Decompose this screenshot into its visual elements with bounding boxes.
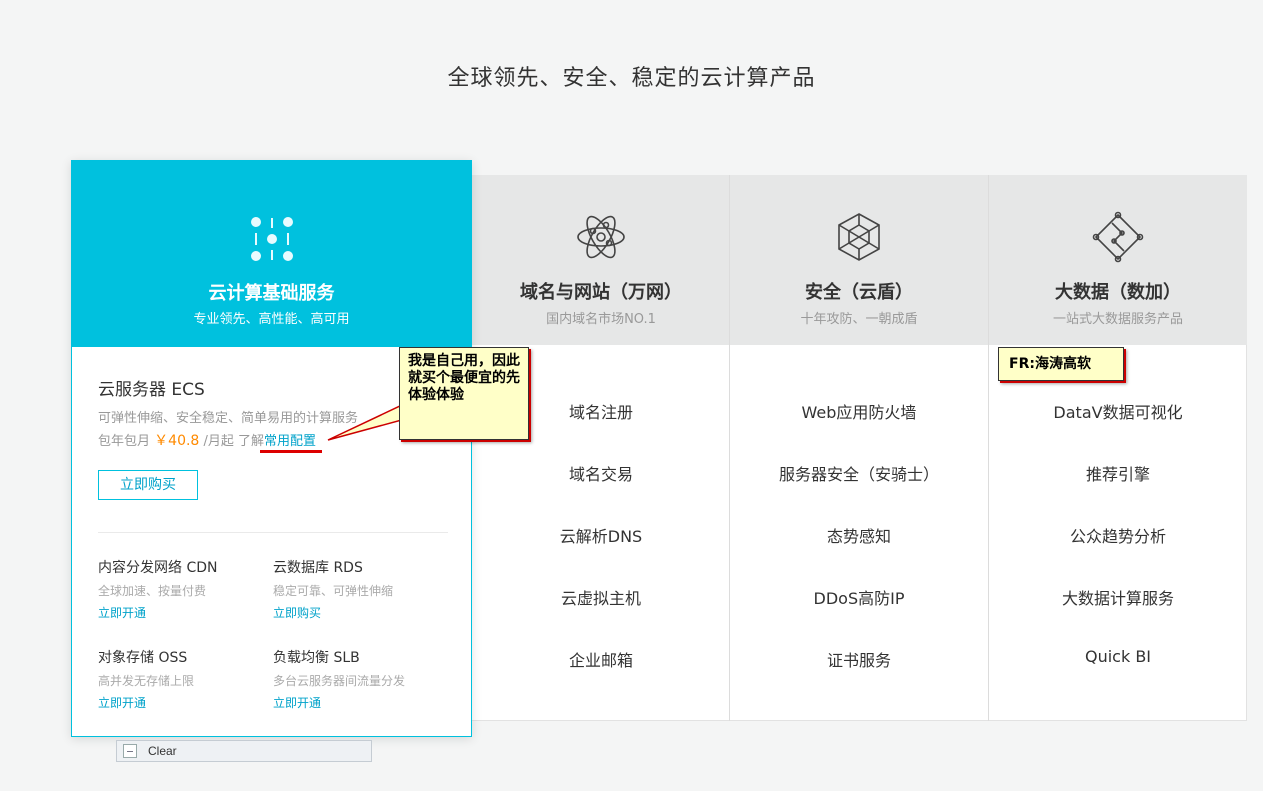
ecs-title[interactable]: 云服务器 ECS xyxy=(98,375,205,400)
category-subtitle: 十年攻防、一朝成盾 xyxy=(800,312,918,327)
category-header-domains[interactable]: 域名与网站（万网） 国内域名市场NO.1 xyxy=(472,175,730,345)
price-value: ￥40.8 xyxy=(154,433,200,449)
clear-icon xyxy=(123,744,137,758)
price-prefix: 包年包月 xyxy=(98,434,151,449)
featured-subtitle: 专业领先、高性能、高可用 xyxy=(193,312,350,327)
list-item[interactable]: 云解析DNS xyxy=(472,523,730,547)
list-item[interactable]: 云虚拟主机 xyxy=(472,585,730,609)
featured-card-header: 云计算基础服务 专业领先、高性能、高可用 xyxy=(72,161,471,347)
annotation-underline xyxy=(260,450,322,453)
category-subtitle: 一站式大数据服务产品 xyxy=(1052,312,1183,327)
category-header-bigdata[interactable]: 大数据（数加） 一站式大数据服务产品 xyxy=(989,175,1247,345)
learn-prefix: 了解 xyxy=(238,434,265,449)
list-item[interactable]: Web应用防火墙 xyxy=(730,399,988,423)
callout-pointer xyxy=(327,405,410,441)
featured-title: 云计算基础服务 xyxy=(208,283,335,304)
hexagon-network-icon xyxy=(838,213,880,261)
ecs-price-line: 包年包月 ￥40.8 /月起 了解常用配置 xyxy=(98,430,316,450)
ecs-description: 可弹性伸缩、安全稳定、简单易用的计算服务 xyxy=(98,411,359,426)
product-desc: 稳定可靠、可弹性伸缩 xyxy=(273,584,394,598)
page-title: 全球领先、安全、稳定的云计算产品 xyxy=(447,66,816,91)
list-item[interactable]: DDoS高防IP xyxy=(730,585,988,609)
activate-link[interactable]: 立即开通 xyxy=(98,604,146,621)
product-slb: 负载均衡 SLB 多台云服务器间流量分发 立即开通 xyxy=(273,647,443,711)
product-cdn: 内容分发网络 CDN 全球加速、按量付费 立即开通 xyxy=(98,557,268,621)
divider xyxy=(98,532,448,533)
common-config-link[interactable]: 常用配置 xyxy=(264,434,316,449)
annotation-note-author: FR:海涛高软 xyxy=(998,347,1124,381)
category-title: 域名与网站（万网） xyxy=(520,282,682,303)
activate-link[interactable]: 立即开通 xyxy=(273,694,321,711)
list-item[interactable]: 公众趋势分析 xyxy=(989,523,1247,547)
list-item[interactable]: 推荐引擎 xyxy=(989,461,1247,485)
product-desc: 高并发无存储上限 xyxy=(98,674,195,688)
product-desc: 多台云服务器间流量分发 xyxy=(273,674,406,688)
product-name[interactable]: 负载均衡 SLB xyxy=(273,647,443,667)
list-item[interactable]: 域名交易 xyxy=(472,461,730,485)
price-suffix: /月起 xyxy=(203,434,234,449)
buy-now-button[interactable]: 立即购买 xyxy=(98,470,198,500)
list-item[interactable]: 企业邮箱 xyxy=(472,647,730,671)
list-item[interactable]: 态势感知 xyxy=(730,523,988,547)
product-name[interactable]: 云数据库 RDS xyxy=(273,557,443,577)
product-rds: 云数据库 RDS 稳定可靠、可弹性伸缩 立即购买 xyxy=(273,557,443,621)
product-desc: 全球加速、按量付费 xyxy=(98,584,207,598)
product-oss: 对象存储 OSS 高并发无存储上限 立即开通 xyxy=(98,647,268,711)
dots-grid-icon xyxy=(250,217,293,261)
list-item[interactable]: DataV数据可视化 xyxy=(989,399,1247,423)
clear-label: Clear xyxy=(148,744,177,758)
list-item[interactable]: Quick BI xyxy=(989,647,1247,666)
list-item[interactable]: 证书服务 xyxy=(730,647,988,671)
list-item[interactable]: 大数据计算服务 xyxy=(989,585,1247,609)
activate-link[interactable]: 立即开通 xyxy=(98,694,146,711)
category-title: 安全（云盾） xyxy=(805,282,913,303)
clear-button[interactable]: Clear xyxy=(116,740,372,762)
category-title: 大数据（数加） xyxy=(1055,282,1181,303)
buy-link[interactable]: 立即购买 xyxy=(273,604,321,621)
atom-icon xyxy=(577,215,625,259)
annotation-note: 我是自己用，因此就买个最便宜的先体验体验 xyxy=(399,347,529,440)
list-item[interactable]: 服务器安全（安骑士） xyxy=(730,461,988,485)
category-subtitle: 国内域名市场NO.1 xyxy=(546,312,656,327)
featured-card-cloud-computing: 云计算基础服务 专业领先、高性能、高可用 云服务器 ECS 可弹性伸缩、安全稳定… xyxy=(71,160,472,737)
category-header-security[interactable]: 安全（云盾） 十年攻防、一朝成盾 xyxy=(730,175,988,345)
diamond-network-icon xyxy=(1092,211,1144,263)
product-name[interactable]: 对象存储 OSS xyxy=(98,647,268,667)
product-name[interactable]: 内容分发网络 CDN xyxy=(98,557,268,577)
